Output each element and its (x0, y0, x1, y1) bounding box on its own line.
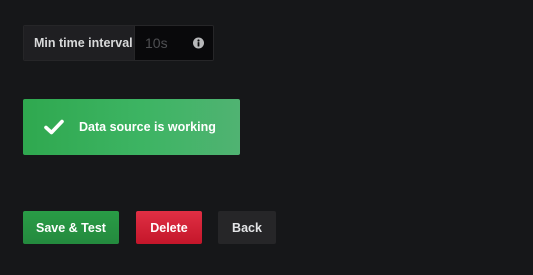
min-time-interval-input-wrap (135, 26, 213, 60)
datasource-settings-panel: Min time interval Data source is working… (0, 0, 533, 275)
success-alert: Data source is working (23, 99, 240, 155)
back-button[interactable]: Back (218, 211, 276, 244)
info-circle-icon[interactable] (193, 37, 204, 49)
min-time-interval-field: Min time interval (23, 25, 214, 61)
min-time-interval-input[interactable] (135, 26, 195, 60)
min-time-interval-label: Min time interval (24, 26, 135, 60)
delete-button[interactable]: Delete (136, 211, 202, 244)
alert-message: Data source is working (79, 120, 216, 134)
save-and-test-button[interactable]: Save & Test (23, 211, 119, 244)
check-icon (44, 119, 64, 135)
